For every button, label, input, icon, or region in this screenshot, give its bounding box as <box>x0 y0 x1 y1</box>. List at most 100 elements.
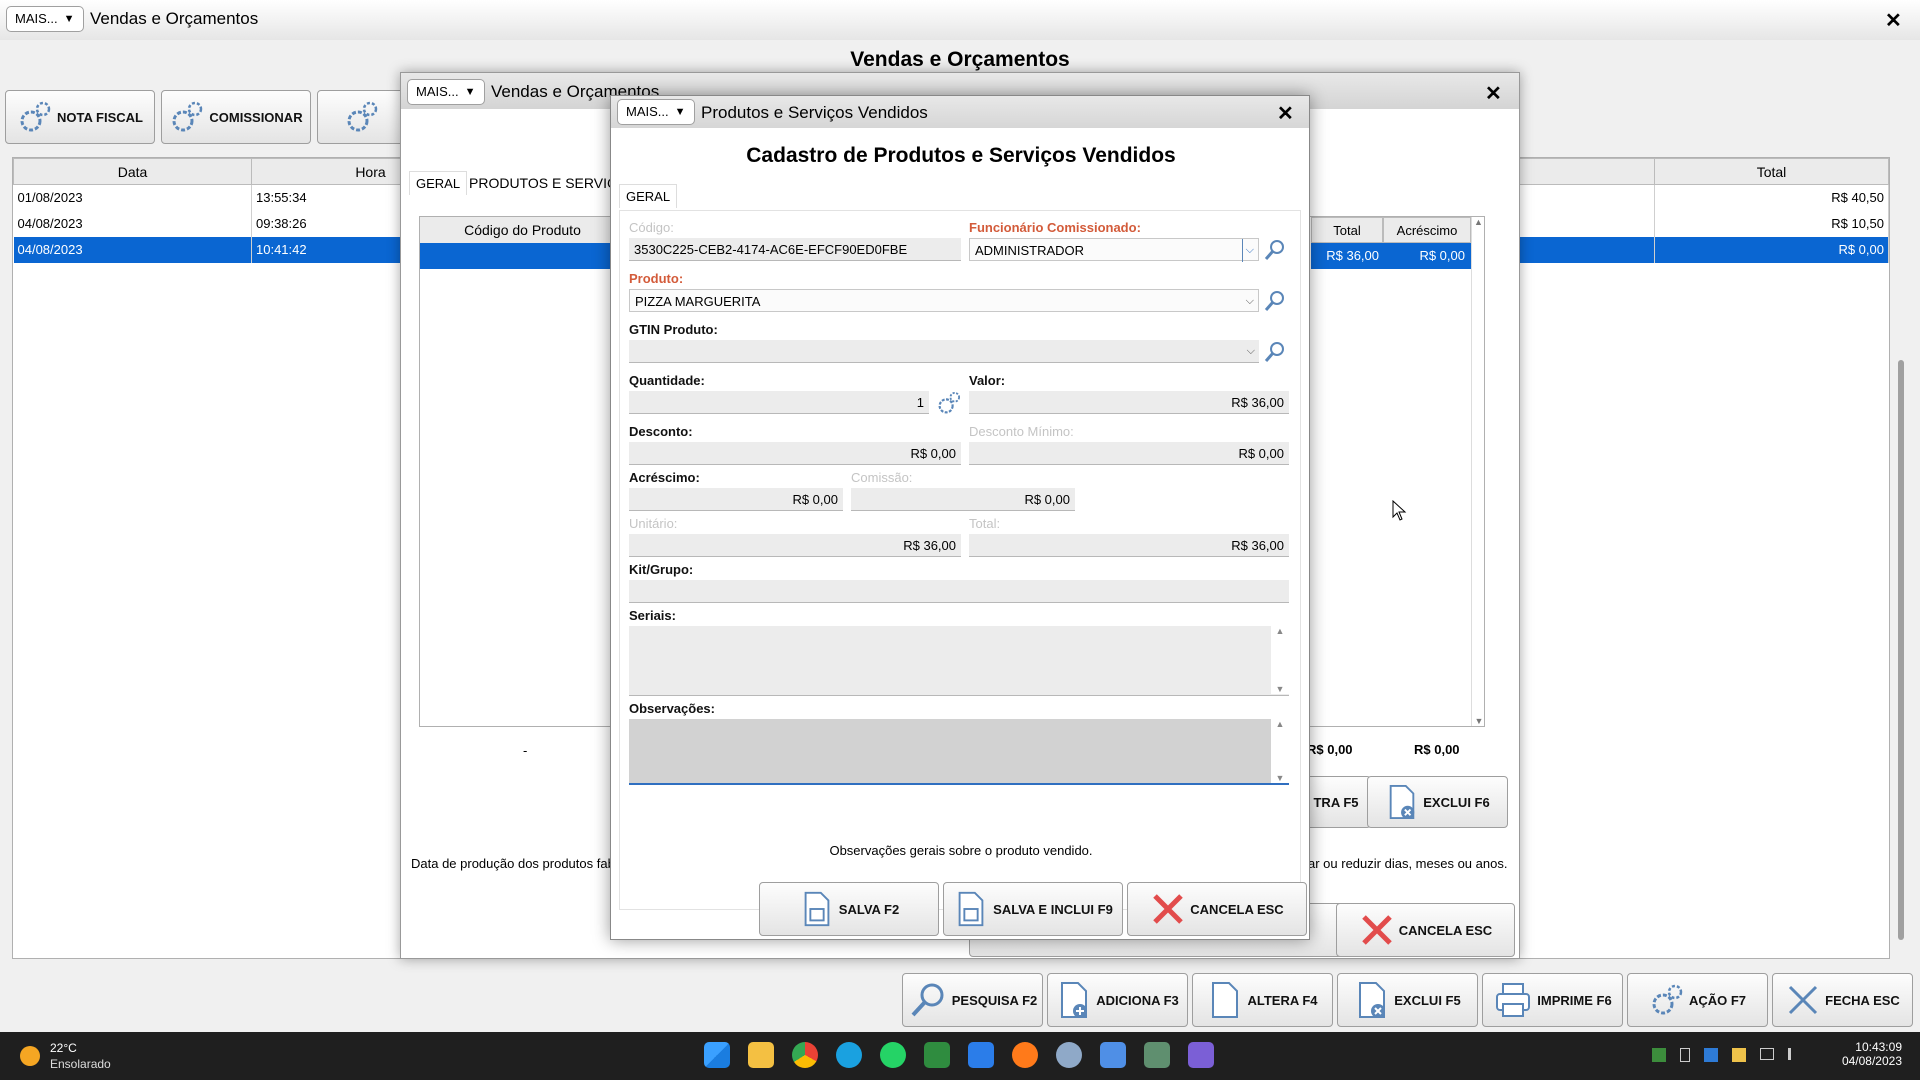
media-icon[interactable] <box>1188 1042 1214 1068</box>
col-total[interactable]: Total <box>1654 158 1889 185</box>
exclui-f6-button[interactable]: EXCLUI F6 <box>1367 776 1508 828</box>
mais-label: MAIS... <box>15 11 58 26</box>
main-scrollbar[interactable] <box>1898 360 1904 940</box>
cell-total: R$ 40,50 <box>1654 184 1889 211</box>
cancela-button[interactable]: CANCELA ESC <box>1127 882 1307 936</box>
col-acrescimo[interactable]: Acréscimo <box>1383 217 1471 243</box>
main-heading: Vendas e Orçamentos <box>850 48 1070 71</box>
nota-fiscal-button[interactable]: NOTA FISCAL <box>5 90 155 144</box>
footer-total: R$ 0,00 <box>1307 742 1353 757</box>
weather-temp[interactable]: 22°C <box>50 1041 77 1055</box>
comissionar-button[interactable]: COMISSIONAR <box>161 90 311 144</box>
tab-geral[interactable]: GERAL <box>409 171 468 195</box>
search-icon[interactable] <box>1263 289 1287 313</box>
adiciona-button[interactable]: ADICIONA F3 <box>1047 973 1188 1027</box>
chrome-icon[interactable] <box>792 1042 818 1068</box>
seriais-textarea[interactable]: ▲ ▼ <box>629 626 1289 696</box>
notepad-icon[interactable] <box>1100 1042 1126 1068</box>
production-note: Data de produção dos produtos fab <box>411 856 615 871</box>
exclui-f6-label: EXCLUI F6 <box>1423 794 1490 810</box>
usb-icon[interactable] <box>1680 1048 1690 1062</box>
funcionario-label: Funcionário Comissionado: <box>969 220 1141 235</box>
mail-icon[interactable] <box>968 1042 994 1068</box>
col-codigo-produto[interactable]: Código do Produto <box>420 217 626 243</box>
search-icon[interactable] <box>1263 340 1287 364</box>
volume-icon[interactable] <box>1788 1048 1802 1060</box>
col-total[interactable]: Total <box>1311 217 1383 243</box>
second-mais-menu[interactable]: MAIS... ▼ <box>407 79 485 105</box>
salva-inclui-label: SALVA E INCLUI F9 <box>993 901 1113 917</box>
field-hint: Observações gerais sobre o produto vendi… <box>829 843 1093 858</box>
unitario-label: Unitário: <box>629 516 678 531</box>
acao-button[interactable]: AÇÃO F7 <box>1627 973 1768 1027</box>
seriais-scrollbar[interactable]: ▲ ▼ <box>1271 626 1289 694</box>
sun-icon[interactable] <box>20 1046 40 1066</box>
chevron-down-icon[interactable]: ⌵ <box>1247 340 1255 363</box>
main-window-title: Vendas e Orçamentos <box>90 9 259 28</box>
salva-button[interactable]: SALVA F2 <box>759 882 939 936</box>
network-icon[interactable] <box>1760 1048 1774 1060</box>
observacoes-textarea[interactable]: ▲ ▼ <box>629 719 1289 785</box>
dialog-tab-geral[interactable]: GERAL <box>619 184 678 208</box>
col-data[interactable]: Data <box>13 158 252 185</box>
mais-label: MAIS... <box>416 84 459 99</box>
produto-value: PIZZA MARGUERITA <box>635 294 761 309</box>
dialog-window-title: Produtos e Serviços Vendidos <box>701 103 928 122</box>
chevron-down-icon: ▼ <box>63 13 75 25</box>
codigo-field: 3530C225-CEB2-4174-AC6E-EFCF90ED0FBE <box>629 238 961 261</box>
toolbar-button-3[interactable] <box>317 90 407 144</box>
whatsapp-icon[interactable] <box>880 1042 906 1068</box>
imprime-label: IMPRIME F6 <box>1537 992 1612 1008</box>
gear-icon[interactable] <box>936 390 962 416</box>
search-icon[interactable] <box>1263 238 1287 262</box>
produto-select[interactable]: PIZZA MARGUERITA ⌵ <box>629 289 1259 312</box>
funcionario-value: ADMINISTRADOR <box>975 243 1085 258</box>
chevron-down-icon[interactable]: ⌵ <box>1241 239 1254 262</box>
edge-icon[interactable] <box>836 1042 862 1068</box>
adiciona-label: ADICIONA F3 <box>1096 992 1179 1008</box>
erp-app-icon[interactable] <box>1144 1042 1170 1068</box>
observacoes-scrollbar[interactable]: ▲ ▼ <box>1271 719 1289 783</box>
kit-grupo-field[interactable] <box>629 580 1289 603</box>
security-icon[interactable] <box>1704 1048 1718 1062</box>
main-mais-menu[interactable]: MAIS... ▼ <box>6 6 84 32</box>
weather-desc[interactable]: Ensolarado <box>50 1057 111 1071</box>
spreadsheet-icon[interactable] <box>924 1042 950 1068</box>
grid-row-selected[interactable] <box>420 243 626 269</box>
altera-f5-button[interactable]: TRA F5 <box>1301 776 1371 828</box>
kit-grupo-label: Kit/Grupo: <box>629 562 694 577</box>
clock[interactable]: 10:43:09 04/08/2023 <box>1838 1040 1902 1068</box>
salva-label: SALVA F2 <box>838 901 900 917</box>
desconto-field[interactable]: R$ 0,00 <box>629 442 961 465</box>
firefox-icon[interactable] <box>1012 1042 1038 1068</box>
comissao-field: R$ 0,00 <box>851 488 1075 511</box>
salva-inclui-button[interactable]: SALVA E INCLUI F9 <box>943 882 1123 936</box>
grid-scrollbar[interactable]: ▲ ▼ <box>1471 217 1485 726</box>
exclui-button[interactable]: EXCLUI F5 <box>1337 973 1478 1027</box>
quantidade-field[interactable]: 1 <box>629 391 929 414</box>
second-close-icon[interactable]: ✕ <box>1485 81 1502 106</box>
altera-button[interactable]: ALTERA F4 <box>1192 973 1333 1027</box>
pesquisa-button[interactable]: PESQUISA F2 <box>902 973 1043 1027</box>
dialog-mais-menu[interactable]: MAIS... ▼ <box>617 99 695 125</box>
main-close-icon[interactable]: ✕ <box>1885 8 1902 33</box>
gtin-select[interactable]: ⌵ <box>629 340 1259 363</box>
fecha-button[interactable]: FECHA ESC <box>1772 973 1913 1027</box>
funcionario-select[interactable]: ADMINISTRADOR ⌵ <box>969 238 1259 262</box>
cloud-icon[interactable] <box>1732 1048 1746 1062</box>
start-icon[interactable] <box>704 1042 730 1068</box>
chevron-down-icon[interactable]: ⌵ <box>1246 290 1254 313</box>
acrescimo-field[interactable]: R$ 0,00 <box>629 488 843 511</box>
cell-data: 04/08/2023 <box>13 210 252 237</box>
folder-icon[interactable] <box>748 1042 774 1068</box>
settings-icon[interactable] <box>1056 1042 1082 1068</box>
dialog-form-panel <box>619 210 1301 910</box>
desconto-minimo-label: Desconto Mínimo: <box>969 424 1074 439</box>
desconto-minimo-field: R$ 0,00 <box>969 442 1289 465</box>
tray-app-icon[interactable] <box>1652 1048 1666 1062</box>
imprime-button[interactable]: IMPRIME F6 <box>1482 973 1623 1027</box>
main-bottom-toolbar: PESQUISA F2 ADICIONA F3 ALTERA F4 EXCLUI… <box>902 973 1913 1027</box>
dialog-close-icon[interactable]: ✕ <box>1277 101 1294 126</box>
valor-field[interactable]: R$ 36,00 <box>969 391 1289 414</box>
second-cancela-button[interactable]: CANCELA ESC <box>1336 903 1515 957</box>
